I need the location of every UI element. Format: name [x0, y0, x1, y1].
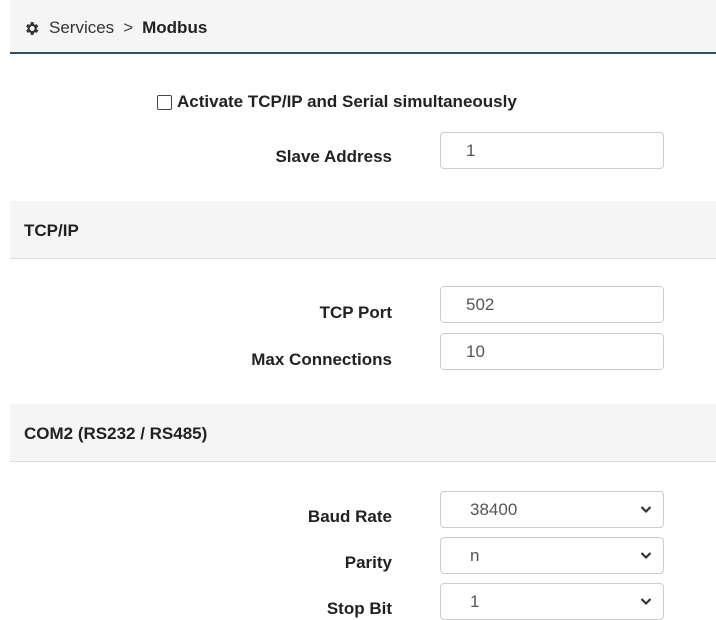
serial-section-title: COM2 (RS232 / RS485) — [24, 424, 208, 443]
chevron-down-icon — [640, 552, 652, 560]
breadcrumb: Services > Modbus — [23, 18, 207, 38]
page-header: Services > Modbus — [10, 0, 716, 54]
simultaneous-row: Activate TCP/IP and Serial simultaneousl… — [157, 92, 517, 112]
gear-icon — [26, 21, 39, 35]
breadcrumb-parent[interactable]: Services — [49, 18, 114, 38]
parity-label: Parity — [344, 553, 392, 572]
serial-section-header: COM2 (RS232 / RS485) — [10, 404, 716, 462]
chevron-down-icon — [640, 506, 652, 514]
baud-rate-select[interactable]: 38400 — [440, 491, 664, 528]
simultaneous-checkbox[interactable] — [157, 94, 172, 110]
tcp-section-title: TCP/IP — [24, 221, 79, 240]
tcp-port-label: TCP Port — [319, 303, 392, 322]
baud-rate-label: Baud Rate — [307, 507, 392, 526]
parity-value: n — [470, 546, 480, 565]
max-connections-label: Max Connections — [251, 350, 392, 369]
max-connections-input[interactable]: 10 — [440, 333, 664, 370]
simultaneous-label: Activate TCP/IP and Serial simultaneousl… — [177, 92, 517, 111]
stop-bit-value: 1 — [470, 592, 480, 611]
tcp-port-input[interactable]: 502 — [440, 286, 664, 323]
slave-address-input[interactable]: 1 — [440, 132, 664, 169]
stop-bit-select[interactable]: 1 — [440, 583, 664, 620]
baud-rate-value: 38400 — [470, 500, 518, 519]
tcp-section-header: TCP/IP — [10, 201, 716, 259]
stop-bit-label: Stop Bit — [326, 599, 392, 618]
chevron-down-icon — [640, 598, 652, 606]
slave-address-label: Slave Address — [275, 147, 392, 166]
parity-select[interactable]: n — [440, 537, 664, 574]
breadcrumb-separator: > — [123, 18, 134, 37]
breadcrumb-current: Modbus — [142, 18, 208, 37]
